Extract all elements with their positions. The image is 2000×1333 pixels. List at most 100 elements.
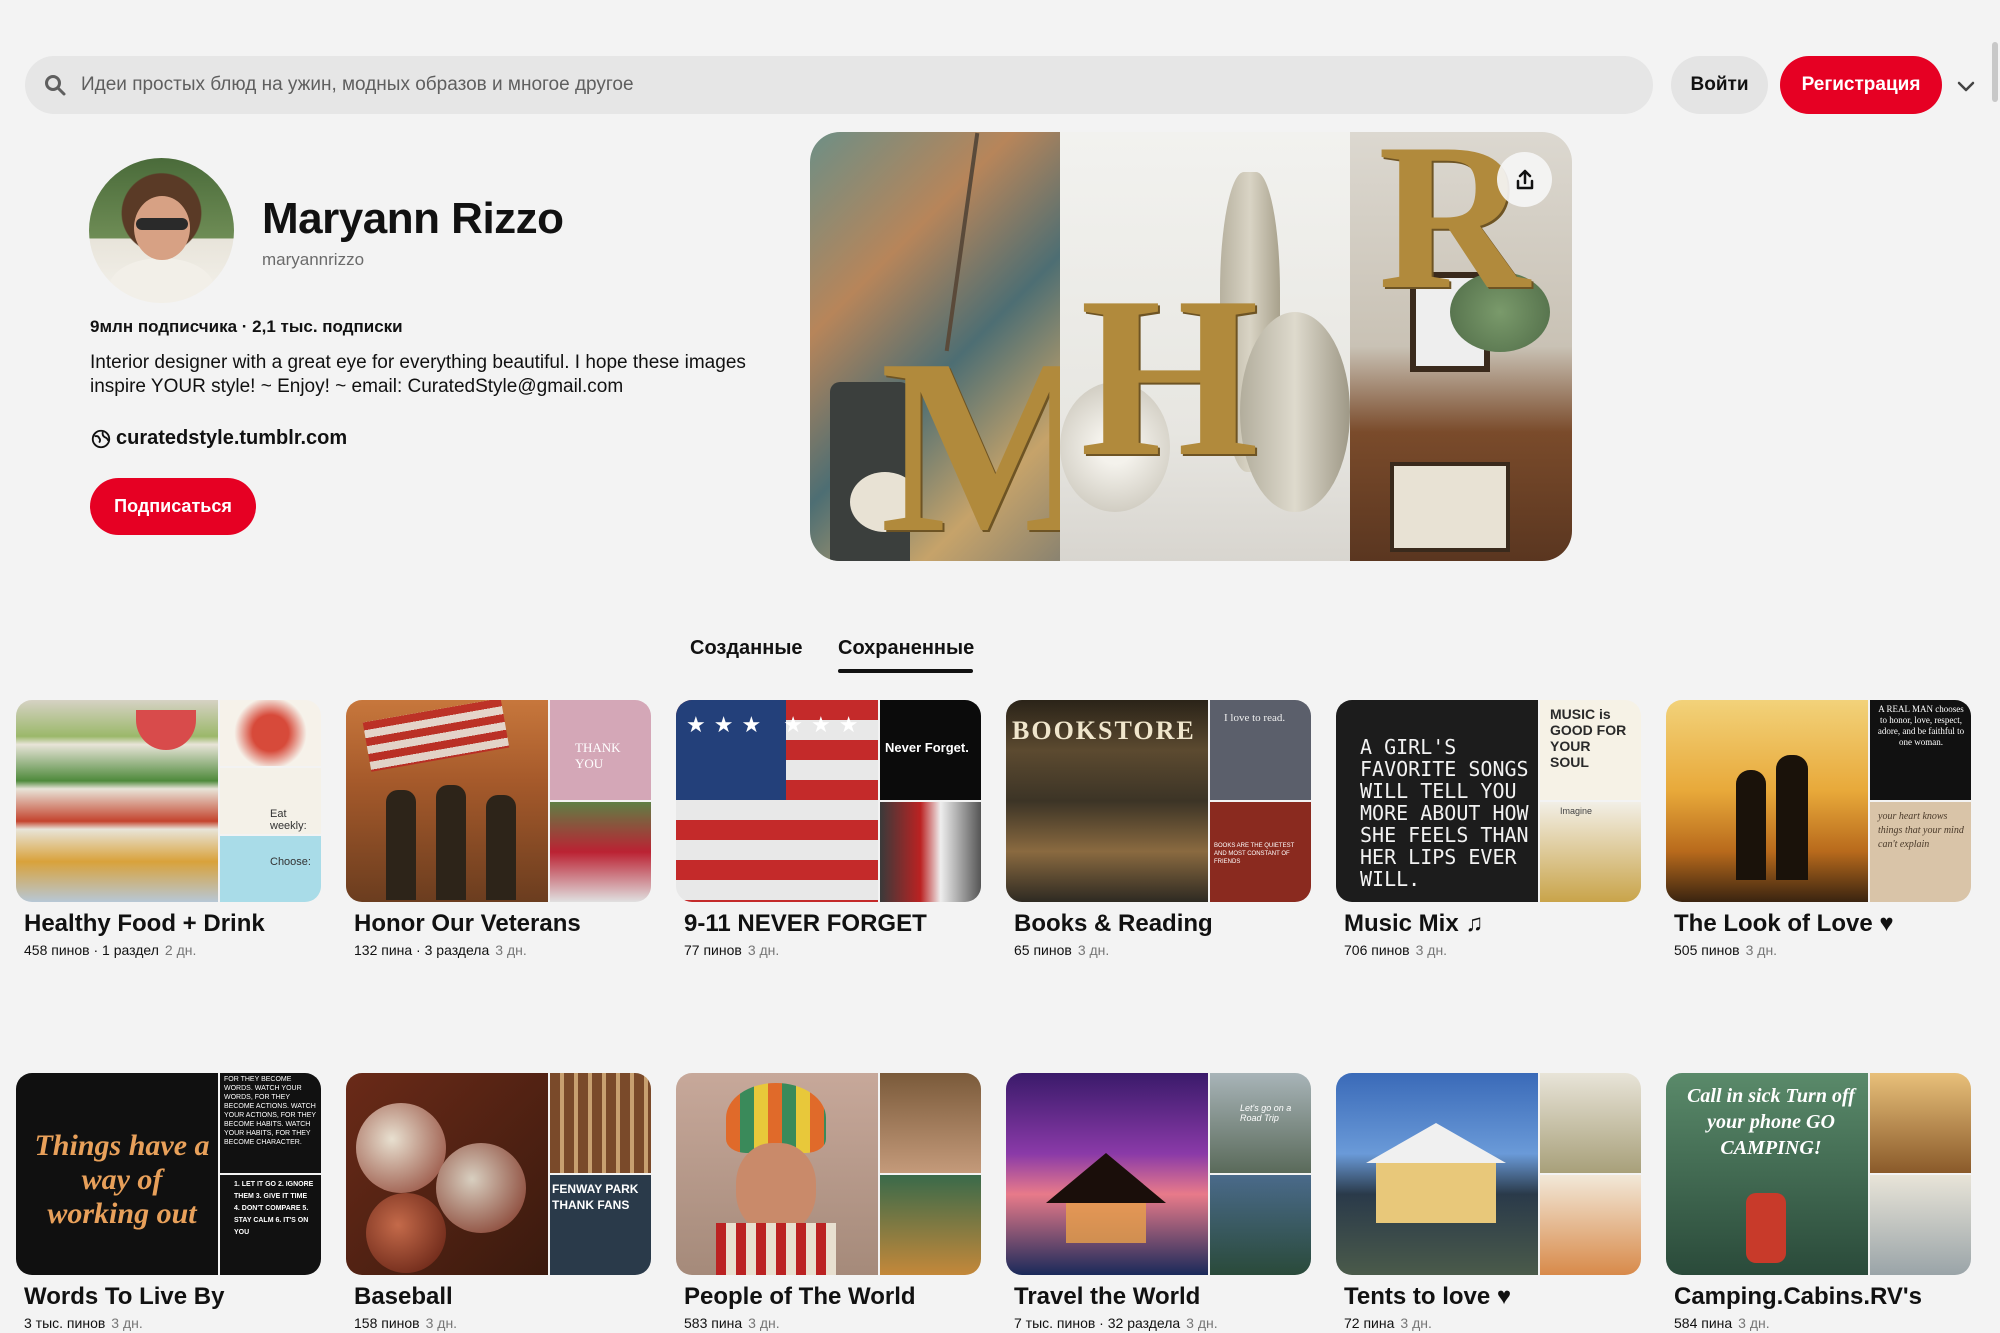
board-cover[interactable]: Let's go on a Road Trip [1006,1073,1311,1275]
board-updated: 3 дн. [111,1315,143,1331]
board-updated: 3 дн. [1738,1315,1770,1331]
login-button[interactable]: Войти [1671,56,1768,114]
share-icon [1516,169,1533,189]
board-meta: 3 тыс. пинов 3 дн. [24,1315,321,1331]
board-meta: 77 пинов 3 дн. [684,942,981,958]
follower-stats[interactable]: 9млн подписчика · 2,1 тыс. подписки [90,317,403,337]
board-meta: 505 пинов 3 дн. [1674,942,1971,958]
website-label[interactable]: curatedstyle.tumblr.com [116,427,347,450]
follow-button[interactable]: Подписаться [90,478,256,535]
board-cover[interactable]: A REAL MAN chooses to honor, love, respe… [1666,700,1971,902]
board-updated: 3 дн. [495,942,527,958]
board-cover[interactable]: Things have a way of working out FOR THE… [16,1073,321,1275]
board-cover[interactable]: THANK YOU [346,700,651,902]
board-updated: 2 дн. [164,942,197,958]
board-card[interactable]: Let's go on a Road Trip Travel the World… [1006,1073,1311,1331]
search-input[interactable] [81,74,1581,96]
board-card[interactable]: A GIRL'S FAVORITE SONGS WILL TELL YOU MO… [1336,700,1641,958]
board-meta: 7 тыс. пинов · 32 раздела 3 дн. [1014,1315,1311,1331]
board-updated: 3 дн. [1400,1315,1432,1331]
cover-letter-h: H [1080,249,1259,504]
board-updated: 3 дн. [747,942,780,958]
tab-created[interactable]: Созданные [690,637,803,660]
board-title[interactable]: People of The World [684,1283,981,1311]
board-title[interactable]: Camping.Cabins.RV's [1674,1283,1971,1311]
overlay-text: your heart knows things that your mind c… [1878,811,1964,850]
overlay-text: Imagine [1560,806,1593,816]
board-meta: 65 пинов 3 дн. [1014,942,1311,958]
share-button[interactable] [1497,152,1552,207]
board-cover[interactable]: Eat weekly: Choose: [16,700,321,902]
overlay-text: BOOKSTORE [1012,716,1196,745]
board-pin-count: 77 пинов [684,942,742,958]
board-cover[interactable]: ★★★ ★★★ Never Forget. [676,700,981,902]
board-pin-count: 132 пина · 3 раздела [354,942,490,958]
board-title[interactable]: The Look of Love ♥ [1674,910,1971,938]
board-title[interactable]: Tents to love ♥ [1344,1283,1641,1311]
tab-saved[interactable]: Сохраненные [838,637,974,660]
board-meta: 458 пинов · 1 раздел 2 дн. [24,942,321,958]
scrollbar[interactable] [1991,30,2000,1330]
board-card[interactable]: ★★★ ★★★ Never Forget. 9-11 NEVER FORGET … [676,700,981,958]
board-meta: 583 пина 3 дн. [684,1315,981,1331]
board-title[interactable]: Travel the World [1014,1283,1311,1311]
board-card[interactable]: Things have a way of working out FOR THE… [16,1073,321,1331]
board-card[interactable]: A REAL MAN chooses to honor, love, respe… [1666,700,1971,958]
overlay-text: A REAL MAN chooses to honor, love, respe… [1877,704,1965,747]
overlay-text: FENWAY PARK THANK FANS [552,1182,639,1212]
overlay-text: FOR THEY BECOME WORDS. WATCH YOUR WORDS,… [224,1076,316,1146]
board-cover[interactable] [1336,1073,1641,1275]
overlay-text: Never Forget. [885,740,969,755]
overlay-text: Choose: [270,856,311,868]
board-pin-count: 65 пинов [1014,942,1072,958]
board-meta: 132 пина · 3 раздела 3 дн. [354,942,651,958]
board-cover[interactable]: Call in sick Turn off your phone GO CAMP… [1666,1073,1971,1275]
overlay-text: Let's go on a Road Trip [1240,1103,1292,1123]
board-title[interactable]: Words To Live By [24,1283,321,1311]
overlay-text: THANK YOU [575,740,621,771]
board-pin-count: 72 пина [1344,1315,1395,1331]
board-title[interactable]: Music Mix ♫ [1344,910,1641,938]
board-title[interactable]: Honor Our Veterans [354,910,651,938]
overlay-text: I love to read. [1224,712,1286,724]
board-meta: 584 пина 3 дн. [1674,1315,1971,1331]
board-title[interactable]: Healthy Food + Drink [24,910,321,938]
avatar [89,158,234,303]
website-link[interactable]: curatedstyle.tumblr.com [90,427,347,450]
register-button[interactable]: Регистрация [1780,56,1942,114]
profile-bio: Interior designer with a great eye for e… [90,352,746,397]
search-bar[interactable] [25,56,1653,114]
board-title[interactable]: Baseball [354,1283,651,1311]
board-cover[interactable] [676,1073,981,1275]
board-card[interactable]: People of The World 583 пина 3 дн. [676,1073,981,1331]
overlay-text: 1. LET IT GO 2. IGNORE THEM 3. GIVE IT T… [234,1181,314,1236]
board-card[interactable]: BOOKSTORE I love to read. BOOKS ARE THE … [1006,700,1311,958]
profile-name: Maryann Rizzo [262,194,564,243]
board-card[interactable]: THANK YOU Honor Our Veterans 132 пина · … [346,700,651,958]
chevron-down-icon[interactable] [1954,74,1978,98]
board-cover[interactable]: FENWAY PARK THANK FANS [346,1073,651,1275]
profile-handle: maryannrizzo [262,250,365,269]
board-card[interactable]: Tents to love ♥ 72 пина 3 дн. [1336,1073,1641,1331]
board-updated: 3 дн. [1745,942,1778,958]
board-title[interactable]: Books & Reading [1014,910,1311,938]
board-pin-count: 7 тыс. пинов · 32 раздела [1014,1315,1181,1331]
board-pin-count: 584 пина [1674,1315,1733,1331]
overlay-text: Things have a way of working out [34,1129,210,1230]
overlay-text: BOOKS ARE THE QUIETEST AND MOST CONSTANT… [1214,843,1295,865]
board-cover[interactable]: BOOKSTORE I love to read. BOOKS ARE THE … [1006,700,1311,902]
board-meta: 158 пинов 3 дн. [354,1315,651,1331]
board-meta: 706 пинов 3 дн. [1344,942,1641,958]
board-cover[interactable]: A GIRL'S FAVORITE SONGS WILL TELL YOU MO… [1336,700,1641,902]
board-pin-count: 706 пинов [1344,942,1410,958]
board-pin-count: 583 пина [684,1315,743,1331]
board-updated: 3 дн. [425,1315,458,1331]
overlay-text: Eat weekly: [270,808,307,832]
board-title[interactable]: 9-11 NEVER FORGET [684,910,981,938]
board-card[interactable]: Call in sick Turn off your phone GO CAMP… [1666,1073,1971,1331]
overlay-text: MUSIC is GOOD FOR YOUR SOUL [1550,706,1627,770]
overlay-text: A GIRL'S FAVORITE SONGS WILL TELL YOU MO… [1360,735,1529,891]
board-card[interactable]: FENWAY PARK THANK FANS Baseball 158 пино… [346,1073,651,1331]
board-card[interactable]: Eat weekly: Choose: Healthy Food + Drink… [16,700,321,958]
scrollbar-thumb[interactable] [1992,42,1998,102]
